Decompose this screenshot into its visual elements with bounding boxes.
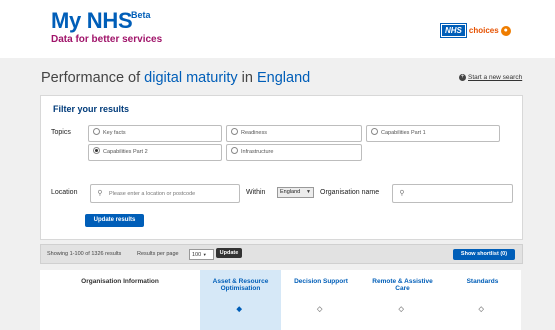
topic-capabilities-part-2[interactable]: Capabilities Part 2 <box>88 144 222 161</box>
choices-logo-icon: ● <box>500 25 511 36</box>
column-header-label: Organisation Information <box>81 278 159 285</box>
radio-icon[interactable] <box>93 128 100 136</box>
caret-down-icon: ▼ <box>202 252 207 257</box>
search-icon: ⚲ <box>97 190 103 197</box>
column-header-standards[interactable]: Standards ◇ <box>444 270 521 330</box>
site-header: My NHS Beta Data for better services NHS… <box>0 0 555 58</box>
results-per-page-select[interactable]: 100 ▼ <box>189 249 214 260</box>
column-header-asset-resource-optimisation[interactable]: Asset & Resource Optimisation ◆ <box>200 270 281 330</box>
radio-icon[interactable] <box>231 128 238 136</box>
caret-down-icon: ▼ <box>306 189 311 195</box>
organisation-name-input[interactable]: ⚲ <box>392 184 513 203</box>
location-input[interactable]: ⚲ Please enter a location or postcode <box>90 184 240 203</box>
topic-label: Capabilities Part 2 <box>103 149 148 155</box>
topic-label: Key facts <box>103 130 126 136</box>
column-header-remote-assistive-care[interactable]: Remote & Assistive Care ◇ <box>361 270 444 330</box>
radio-icon[interactable] <box>371 128 378 136</box>
results-count: Showing 1-100 of 1326 results <box>47 251 122 257</box>
start-new-search-label: Start a new search <box>468 74 523 82</box>
filter-title: Filter your results <box>53 104 130 114</box>
update-results-button[interactable]: Update results <box>85 214 144 227</box>
topic-key-facts[interactable]: Key facts <box>88 125 222 142</box>
within-value: England <box>280 189 301 195</box>
title-part-1: Performance of <box>41 70 145 86</box>
title-part-3: in <box>237 70 257 86</box>
site-tagline: Data for better services <box>51 34 163 45</box>
plus-circle-icon: + <box>459 74 466 81</box>
radio-selected-icon[interactable] <box>93 147 100 155</box>
radio-icon[interactable] <box>231 147 238 155</box>
site-logo-text[interactable]: My NHS <box>51 8 133 34</box>
organisation-name-label: Organisation name <box>320 189 380 196</box>
column-header-label: Asset & Resource Optimisation <box>212 278 269 292</box>
sort-icon[interactable]: ◇ <box>317 306 322 313</box>
sort-icon[interactable]: ◇ <box>479 306 484 313</box>
column-header-organisation-information: Organisation Information <box>40 270 200 330</box>
page-title: Performance of digital maturity in Engla… <box>41 70 310 86</box>
nhs-logo-box: NHS <box>440 23 467 39</box>
topic-infrastructure[interactable]: Infrastructure <box>226 144 362 161</box>
within-select[interactable]: England ▼ <box>277 187 314 198</box>
topic-label: Capabilities Part 1 <box>381 130 426 136</box>
topics-label: Topics <box>51 129 71 136</box>
within-label: Within <box>246 189 266 196</box>
topic-label: Infrastructure <box>241 149 274 155</box>
topic-readiness[interactable]: Readiness <box>226 125 362 142</box>
location-placeholder: Please enter a location or postcode <box>109 191 196 197</box>
sort-icon[interactable]: ◇ <box>399 306 404 313</box>
title-topic: digital maturity <box>144 70 238 86</box>
sort-icon[interactable]: ◆ <box>237 306 242 313</box>
topic-capabilities-part-1[interactable]: Capabilities Part 1 <box>366 125 500 142</box>
results-per-page-label: Results per page <box>137 251 179 257</box>
beta-badge: Beta <box>131 10 151 20</box>
show-shortlist-button[interactable]: Show shortlist (0) <box>453 249 515 260</box>
results-toolbar: Showing 1-100 of 1326 results Results pe… <box>40 244 523 264</box>
location-label: Location <box>51 189 78 196</box>
search-icon: ⚲ <box>399 190 405 197</box>
title-region: England <box>257 70 311 86</box>
results-table-header: Organisation Information Asset & Resourc… <box>40 270 521 330</box>
column-header-label: Standards <box>466 278 499 285</box>
nhs-choices-logo[interactable]: NHS choices ● <box>440 22 511 39</box>
column-header-decision-support[interactable]: Decision Support ◇ <box>281 270 361 330</box>
start-new-search-link[interactable]: + Start a new search <box>459 74 522 81</box>
topic-label: Readiness <box>241 130 267 136</box>
choices-logo-text: choices <box>468 26 499 36</box>
results-per-page-value: 100 <box>192 252 202 258</box>
update-button[interactable]: Update <box>216 248 242 258</box>
column-header-label: Decision Support <box>294 278 348 285</box>
column-header-label: Remote & Assistive Care <box>372 278 433 292</box>
